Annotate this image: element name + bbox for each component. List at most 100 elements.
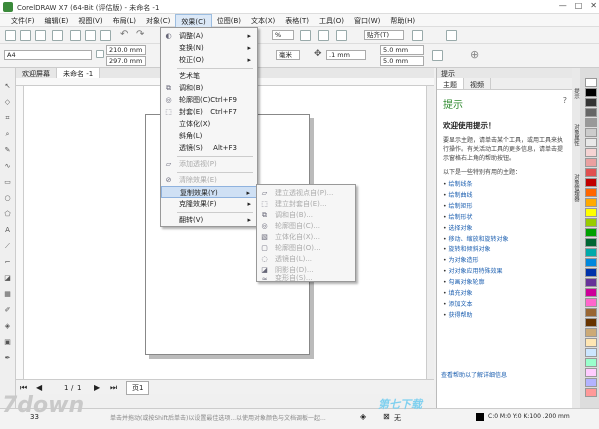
hint-link[interactable]: 填充对象: [443, 289, 567, 300]
color-swatch[interactable]: [585, 108, 597, 117]
color-swatch[interactable]: [585, 358, 597, 367]
menu-item-extrude[interactable]: 立体化(X): [161, 118, 257, 130]
color-swatch[interactable]: [585, 238, 597, 247]
color-swatch[interactable]: [585, 218, 597, 227]
snap-to-dropdown[interactable]: 贴齐(T): [364, 30, 404, 40]
text-tool-icon[interactable]: A: [3, 226, 12, 235]
menu-item-contour[interactable]: ◎ 轮廓图(C) Ctrl+F9: [161, 94, 257, 106]
color-swatch[interactable]: [585, 388, 597, 397]
paste-icon[interactable]: [100, 30, 111, 41]
color-swatch[interactable]: [585, 298, 597, 307]
hint-link[interactable]: 对对象应用特殊效果: [443, 267, 567, 278]
duplicate-y-field[interactable]: 5.0 mm: [380, 56, 424, 66]
add-page-icon[interactable]: ⊕: [470, 48, 479, 61]
color-swatch[interactable]: [585, 348, 597, 357]
paper-size-select[interactable]: A4: [4, 50, 92, 60]
color-swatch[interactable]: [585, 378, 597, 387]
rulers-icon[interactable]: [318, 30, 329, 41]
color-swatch[interactable]: [585, 98, 597, 107]
menu-help[interactable]: 帮助(H): [385, 14, 420, 27]
polygon-tool-icon[interactable]: ⬠: [3, 210, 12, 219]
launcher-icon[interactable]: [446, 30, 457, 41]
color-eyedropper-icon[interactable]: ✐: [3, 306, 12, 315]
color-swatch[interactable]: [585, 188, 597, 197]
menu-effects[interactable]: 效果(C): [175, 14, 212, 27]
color-swatch[interactable]: [585, 118, 597, 127]
page-orientation-icon[interactable]: [432, 50, 443, 61]
pick-tool-icon[interactable]: ↖: [3, 82, 12, 91]
drop-shadow-icon[interactable]: ◪: [3, 274, 12, 283]
color-swatch[interactable]: [585, 88, 597, 97]
interactive-fill-icon[interactable]: ◈: [3, 322, 12, 331]
smart-fill-icon[interactable]: ▣: [3, 338, 12, 347]
last-page-icon[interactable]: ⏭: [110, 383, 117, 393]
maximize-button[interactable]: □: [575, 1, 583, 10]
hint-link[interactable]: 移动、缩放和旋转对象: [443, 235, 567, 246]
hint-link[interactable]: 绘制曲线: [443, 191, 567, 202]
tab-topics[interactable]: 主题: [437, 78, 464, 89]
menu-text[interactable]: 文本(X): [246, 14, 280, 27]
side-tab-object-manager[interactable]: 对象管理器: [572, 174, 580, 202]
menu-item-transform[interactable]: 变换(N) ▸: [161, 42, 257, 54]
color-swatch[interactable]: [585, 138, 597, 147]
menu-bitmap[interactable]: 位图(B): [212, 14, 246, 27]
menu-item-flip[interactable]: 翻转(V) ▸: [161, 214, 257, 226]
redo-icon[interactable]: ↷: [136, 29, 144, 40]
vertical-scrollbar[interactable]: [426, 86, 434, 379]
nudge-distance-field[interactable]: .1 mm: [326, 50, 366, 60]
parallel-dimension-icon[interactable]: ⟋: [3, 242, 12, 251]
color-swatch[interactable]: [585, 168, 597, 177]
freehand-tool-icon[interactable]: ✎: [3, 146, 12, 155]
color-swatch[interactable]: [585, 258, 597, 267]
artistic-media-icon[interactable]: ∿: [3, 162, 12, 171]
menu-item-envelope[interactable]: ⬚ 封套(E) Ctrl+F7: [161, 106, 257, 118]
menu-item-artistic-media[interactable]: 艺术笔: [161, 70, 257, 82]
page-height-field[interactable]: 297.0 mm: [106, 56, 146, 66]
transparency-icon[interactable]: ▦: [3, 290, 12, 299]
color-swatch[interactable]: [585, 228, 597, 237]
hint-link[interactable]: 获得帮助: [443, 311, 567, 322]
side-tab-hints[interactable]: 提示: [572, 88, 580, 99]
cut-icon[interactable]: [70, 30, 81, 41]
options-gear-icon[interactable]: [412, 30, 423, 41]
color-swatch[interactable]: [585, 78, 597, 87]
grid-icon[interactable]: [336, 30, 347, 41]
hint-link[interactable]: 绘制矩形: [443, 202, 567, 213]
next-page-icon[interactable]: ▶: [94, 383, 100, 392]
outline-pen-icon[interactable]: ✒: [3, 354, 12, 363]
hint-link[interactable]: 绘制线条: [443, 180, 567, 191]
side-tab-object-properties[interactable]: 对象属性: [572, 124, 580, 146]
hint-link[interactable]: 勾画对象轮廓: [443, 278, 567, 289]
close-button[interactable]: ✕: [590, 1, 597, 10]
color-swatch[interactable]: [585, 308, 597, 317]
color-swatch[interactable]: [585, 148, 597, 157]
color-swatch[interactable]: [585, 178, 597, 187]
color-swatch[interactable]: [585, 288, 597, 297]
tab-videos[interactable]: 视频: [464, 78, 491, 89]
menu-file[interactable]: 文件(F): [6, 14, 40, 27]
menu-item-clone-effect[interactable]: 克隆效果(F) ▸: [161, 198, 257, 210]
prev-page-icon[interactable]: ◀: [36, 383, 42, 392]
color-swatch[interactable]: [585, 278, 597, 287]
menu-edit[interactable]: 编辑(E): [40, 14, 74, 27]
color-swatch[interactable]: [585, 328, 597, 337]
color-swatch[interactable]: [585, 338, 597, 347]
color-swatch[interactable]: [585, 198, 597, 207]
hint-link[interactable]: 绘制形状: [443, 213, 567, 224]
new-document-icon[interactable]: [5, 30, 16, 41]
rectangle-tool-icon[interactable]: ▭: [3, 178, 12, 187]
help-icon[interactable]: ?: [563, 96, 567, 105]
menu-item-correction[interactable]: 校正(O) ▸: [161, 54, 257, 66]
hints-footer-link[interactable]: 查看帮助以了解详细信息: [441, 370, 507, 379]
save-icon[interactable]: [35, 30, 46, 41]
menu-item-bevel[interactable]: 斜角(L): [161, 130, 257, 142]
undo-icon[interactable]: ↶: [120, 29, 128, 40]
color-swatch[interactable]: [585, 268, 597, 277]
minimize-button[interactable]: —: [559, 1, 567, 10]
color-swatch[interactable]: [585, 158, 597, 167]
page-tab[interactable]: 页1: [126, 381, 150, 395]
hint-link[interactable]: 选择对象: [443, 224, 567, 235]
ellipse-tool-icon[interactable]: ○: [3, 194, 12, 203]
menu-layout[interactable]: 布局(L): [108, 14, 141, 27]
full-screen-icon[interactable]: [300, 30, 311, 41]
